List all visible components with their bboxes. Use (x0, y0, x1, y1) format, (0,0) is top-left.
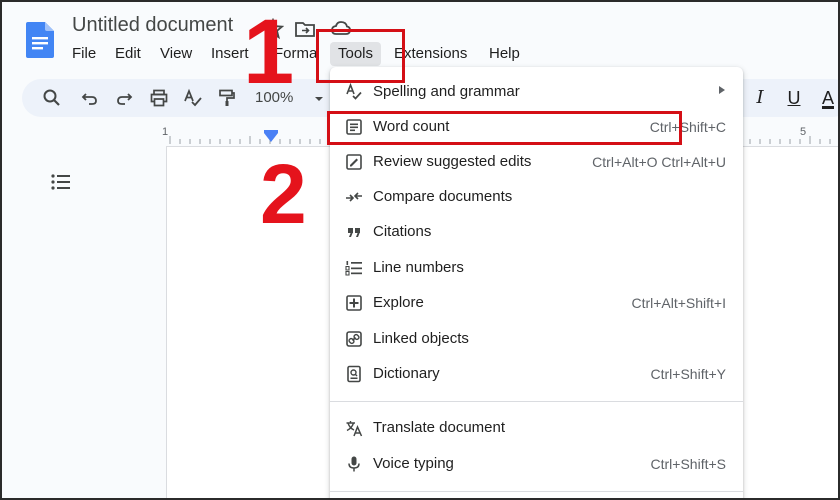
menu-item-translate-document[interactable]: Translate document (330, 411, 743, 445)
highlight-box-tools (316, 29, 405, 83)
redo-button[interactable] (112, 86, 136, 110)
microphone-icon (344, 454, 364, 474)
outline-pane (0, 146, 166, 500)
spellcheck-button[interactable] (181, 86, 205, 110)
compare-icon (344, 187, 364, 207)
undo-button[interactable] (78, 86, 102, 110)
menu-item-linked-objects[interactable]: Linked objects (330, 322, 743, 356)
paint-format-icon (217, 88, 237, 106)
print-button[interactable] (147, 86, 171, 110)
menu-item-shortcut: Ctrl+Alt+Shift+I (631, 295, 726, 311)
menu-item-compare-documents[interactable]: Compare documents (330, 180, 743, 214)
ruler-label-1: 1 (162, 126, 169, 138)
menu-separator (330, 491, 743, 492)
menu-item-review-suggested-edits[interactable]: Review suggested edits Ctrl+Alt+O Ctrl+A… (330, 145, 743, 179)
menu-separator (330, 401, 743, 402)
menu-item-shortcut: Ctrl+Alt+O Ctrl+Alt+U (592, 154, 726, 170)
spellcheck-icon (344, 82, 364, 102)
chevron-down-icon (315, 97, 323, 101)
paint-format-button[interactable] (215, 86, 239, 110)
undo-icon (80, 88, 100, 108)
italic-button[interactable]: I (748, 86, 772, 110)
highlight-box-word-count (327, 111, 682, 145)
menu-item-label: Dictionary (373, 365, 440, 382)
step-number-2: 2 (260, 147, 307, 241)
translate-icon (344, 418, 364, 438)
menu-view[interactable]: View (152, 42, 200, 66)
underline-button[interactable]: U (782, 86, 806, 110)
move-to-folder-icon[interactable] (294, 18, 316, 40)
text-color-button[interactable]: A (816, 86, 840, 110)
dictionary-icon (344, 364, 364, 384)
linked-objects-icon (344, 329, 364, 349)
menu-item-dictionary[interactable]: Dictionary Ctrl+Shift+Y (330, 357, 743, 391)
menu-file[interactable]: File (64, 42, 104, 66)
explore-icon (344, 293, 364, 313)
menu-item-shortcut: Ctrl+Shift+S (650, 456, 726, 472)
menu-item-shortcut: Ctrl+Shift+Y (650, 366, 726, 382)
document-outline-icon[interactable] (50, 172, 72, 192)
redo-icon (114, 88, 134, 108)
review-edits-icon (344, 152, 364, 172)
menu-item-label: Line numbers (373, 259, 464, 276)
menu-item-label: Review suggested edits (373, 153, 532, 170)
menu-item-label: Spelling and grammar (373, 83, 520, 100)
spellcheck-icon (183, 88, 203, 108)
menu-item-label: Voice typing (373, 455, 454, 472)
menu-item-citations[interactable]: Citations (330, 215, 743, 249)
line-numbers-icon (344, 258, 364, 278)
menu-item-label: Citations (373, 223, 432, 240)
menu-item-label: Translate document (373, 419, 506, 436)
zoom-dropdown-button[interactable] (307, 87, 331, 111)
menu-item-voice-typing[interactable]: Voice typing Ctrl+Shift+S (330, 447, 743, 481)
search-menus-button[interactable] (40, 86, 64, 110)
menu-help[interactable]: Help (481, 42, 528, 66)
menu-item-line-numbers[interactable]: Line numbers (330, 251, 743, 285)
menu-item-label: Linked objects (373, 330, 469, 347)
indent-marker[interactable] (264, 133, 278, 142)
google-docs-logo-icon[interactable] (26, 22, 54, 58)
menu-edit[interactable]: Edit (107, 42, 149, 66)
search-icon (42, 88, 62, 108)
submenu-arrow-icon (719, 86, 725, 94)
menu-item-explore[interactable]: Explore Ctrl+Alt+Shift+I (330, 286, 743, 320)
step-number-1: 1 (243, 1, 295, 103)
menu-item-label: Compare documents (373, 188, 513, 205)
print-icon (149, 88, 169, 108)
document-title[interactable]: Untitled document (72, 14, 233, 37)
ruler-label-5: 5 (800, 126, 807, 138)
quote-icon (344, 222, 364, 242)
menu-item-label: Explore (373, 294, 424, 311)
